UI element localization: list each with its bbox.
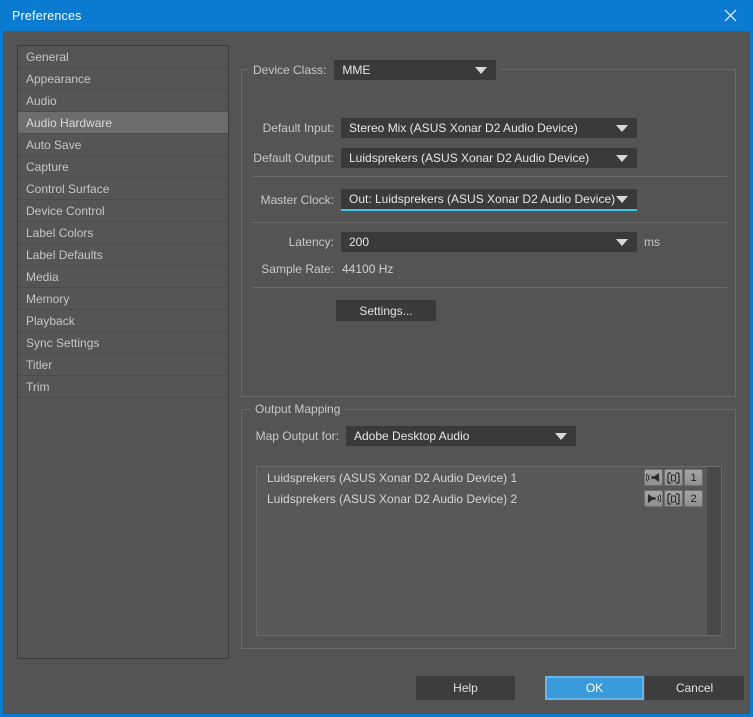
chevron-down-icon bbox=[616, 154, 628, 162]
output-mapping-group: Output Mapping Map Output for: Adobe Des… bbox=[241, 402, 737, 649]
window-title: Preferences bbox=[12, 8, 82, 23]
speaker-left-icon bbox=[646, 473, 659, 482]
sidebar-item-device-control[interactable]: Device Control bbox=[18, 200, 228, 222]
map-output-value: Adobe Desktop Audio bbox=[354, 429, 470, 443]
default-input-row: Default Input: Stereo Mix (ASUS Xonar D2… bbox=[242, 118, 737, 138]
speaker-left-icon-button[interactable] bbox=[644, 469, 663, 486]
sidebar-item-playback[interactable]: Playback bbox=[18, 310, 228, 332]
default-output-label: Default Output: bbox=[253, 151, 334, 165]
sidebar-item-audio-hardware[interactable]: Audio Hardware bbox=[18, 112, 228, 134]
cancel-button[interactable]: Cancel bbox=[645, 676, 744, 700]
master-clock-value: Out: Luidsprekers (ASUS Xonar D2 Audio D… bbox=[349, 192, 616, 206]
preferences-dialog: Preferences General Appearance Audio Aud… bbox=[0, 0, 753, 717]
category-list[interactable]: General Appearance Audio Audio Hardware … bbox=[17, 45, 229, 659]
sample-rate-value: 44100 Hz bbox=[342, 262, 394, 276]
map-output-row: Map Output for: Adobe Desktop Audio bbox=[242, 426, 737, 446]
separator-3 bbox=[252, 287, 727, 288]
sample-rate-label: Sample Rate: bbox=[261, 262, 334, 276]
title-bar: Preferences bbox=[0, 0, 753, 31]
latency-value: 200 bbox=[349, 235, 370, 249]
settings-button[interactable]: Settings... bbox=[336, 300, 436, 321]
device-class-value: MME bbox=[342, 63, 371, 77]
channel-number-badge[interactable]: 1 bbox=[684, 469, 703, 486]
sidebar-item-memory[interactable]: Memory bbox=[18, 288, 228, 310]
sidebar-item-capture[interactable]: Capture bbox=[18, 156, 228, 178]
sidebar-item-general[interactable]: General bbox=[18, 46, 228, 68]
master-clock-row: Master Clock: Out: Luidsprekers (ASUS Xo… bbox=[242, 189, 737, 211]
sidebar-item-control-surface[interactable]: Control Surface bbox=[18, 178, 228, 200]
latency-dropdown[interactable]: 200 bbox=[341, 232, 637, 252]
channel-frame-icon-button[interactable] bbox=[664, 469, 683, 486]
default-output-row: Default Output: Luidsprekers (ASUS Xonar… bbox=[242, 148, 737, 168]
output-mapping-list[interactable]: Luidsprekers (ASUS Xonar D2 Audio Device… bbox=[256, 466, 722, 636]
row-controls: 1 bbox=[644, 469, 703, 486]
chevron-down-icon bbox=[475, 66, 488, 74]
device-class-dropdown[interactable]: MME bbox=[334, 60, 497, 80]
map-output-dropdown[interactable]: Adobe Desktop Audio bbox=[346, 426, 576, 446]
sidebar-item-trim[interactable]: Trim bbox=[18, 376, 228, 398]
default-input-value: Stereo Mix (ASUS Xonar D2 Audio Device) bbox=[349, 121, 578, 135]
device-class-label: Device Class: bbox=[253, 63, 327, 77]
output-mapping-legend: Output Mapping bbox=[250, 402, 346, 416]
latency-unit: ms bbox=[644, 235, 660, 249]
channel-frame-icon bbox=[667, 471, 680, 484]
default-input-dropdown[interactable]: Stereo Mix (ASUS Xonar D2 Audio Device) bbox=[341, 118, 637, 138]
device-settings-group: Device Class: MME Default Input: Stereo … bbox=[241, 60, 737, 397]
close-window-button[interactable] bbox=[707, 0, 753, 31]
sidebar-item-media[interactable]: Media bbox=[18, 266, 228, 288]
help-button[interactable]: Help bbox=[416, 676, 515, 700]
ok-button[interactable]: OK bbox=[545, 676, 644, 700]
channel-frame-icon bbox=[667, 492, 680, 505]
latency-label: Latency: bbox=[288, 235, 334, 249]
sidebar-item-appearance[interactable]: Appearance bbox=[18, 68, 228, 90]
table-row[interactable]: Luidsprekers (ASUS Xonar D2 Audio Device… bbox=[257, 467, 721, 488]
settings-pane: Device Class: MME Default Input: Stereo … bbox=[241, 45, 736, 659]
default-output-value: Luidsprekers (ASUS Xonar D2 Audio Device… bbox=[349, 151, 590, 165]
sidebar-item-titler[interactable]: Titler bbox=[18, 354, 228, 376]
default-output-dropdown[interactable]: Luidsprekers (ASUS Xonar D2 Audio Device… bbox=[341, 148, 637, 168]
dialog-footer: Help OK Cancel bbox=[3, 676, 753, 700]
channel-number-badge[interactable]: 2 bbox=[684, 490, 703, 507]
master-clock-label: Master Clock: bbox=[260, 193, 334, 207]
row-controls: 2 bbox=[644, 490, 703, 507]
channel-frame-icon-button[interactable] bbox=[664, 490, 683, 507]
sample-rate-row: Sample Rate: 44100 Hz bbox=[242, 262, 737, 276]
close-icon bbox=[724, 9, 736, 22]
separator-1 bbox=[252, 176, 727, 177]
device-class-row: Device Class: MME bbox=[248, 60, 502, 80]
sidebar-item-sync-settings[interactable]: Sync Settings bbox=[18, 332, 228, 354]
sidebar-item-auto-save[interactable]: Auto Save bbox=[18, 134, 228, 156]
speaker-right-icon-button[interactable] bbox=[644, 490, 663, 507]
chevron-down-icon bbox=[616, 124, 628, 132]
speaker-right-icon bbox=[648, 494, 661, 503]
sidebar-item-audio[interactable]: Audio bbox=[18, 90, 228, 112]
sidebar-item-label-colors[interactable]: Label Colors bbox=[18, 222, 228, 244]
separator-2 bbox=[252, 222, 727, 223]
output-channel-label: Luidsprekers (ASUS Xonar D2 Audio Device… bbox=[267, 470, 518, 485]
latency-row: Latency: 200 ms bbox=[242, 232, 737, 252]
table-row[interactable]: Luidsprekers (ASUS Xonar D2 Audio Device… bbox=[257, 488, 721, 509]
default-input-label: Default Input: bbox=[262, 121, 334, 135]
output-channel-label: Luidsprekers (ASUS Xonar D2 Audio Device… bbox=[267, 491, 518, 506]
chevron-down-icon bbox=[616, 195, 628, 203]
chevron-down-icon bbox=[555, 432, 567, 440]
master-clock-dropdown[interactable]: Out: Luidsprekers (ASUS Xonar D2 Audio D… bbox=[341, 189, 637, 211]
sidebar-item-label-defaults[interactable]: Label Defaults bbox=[18, 244, 228, 266]
map-output-label: Map Output for: bbox=[255, 429, 339, 443]
chevron-down-icon bbox=[616, 238, 628, 246]
